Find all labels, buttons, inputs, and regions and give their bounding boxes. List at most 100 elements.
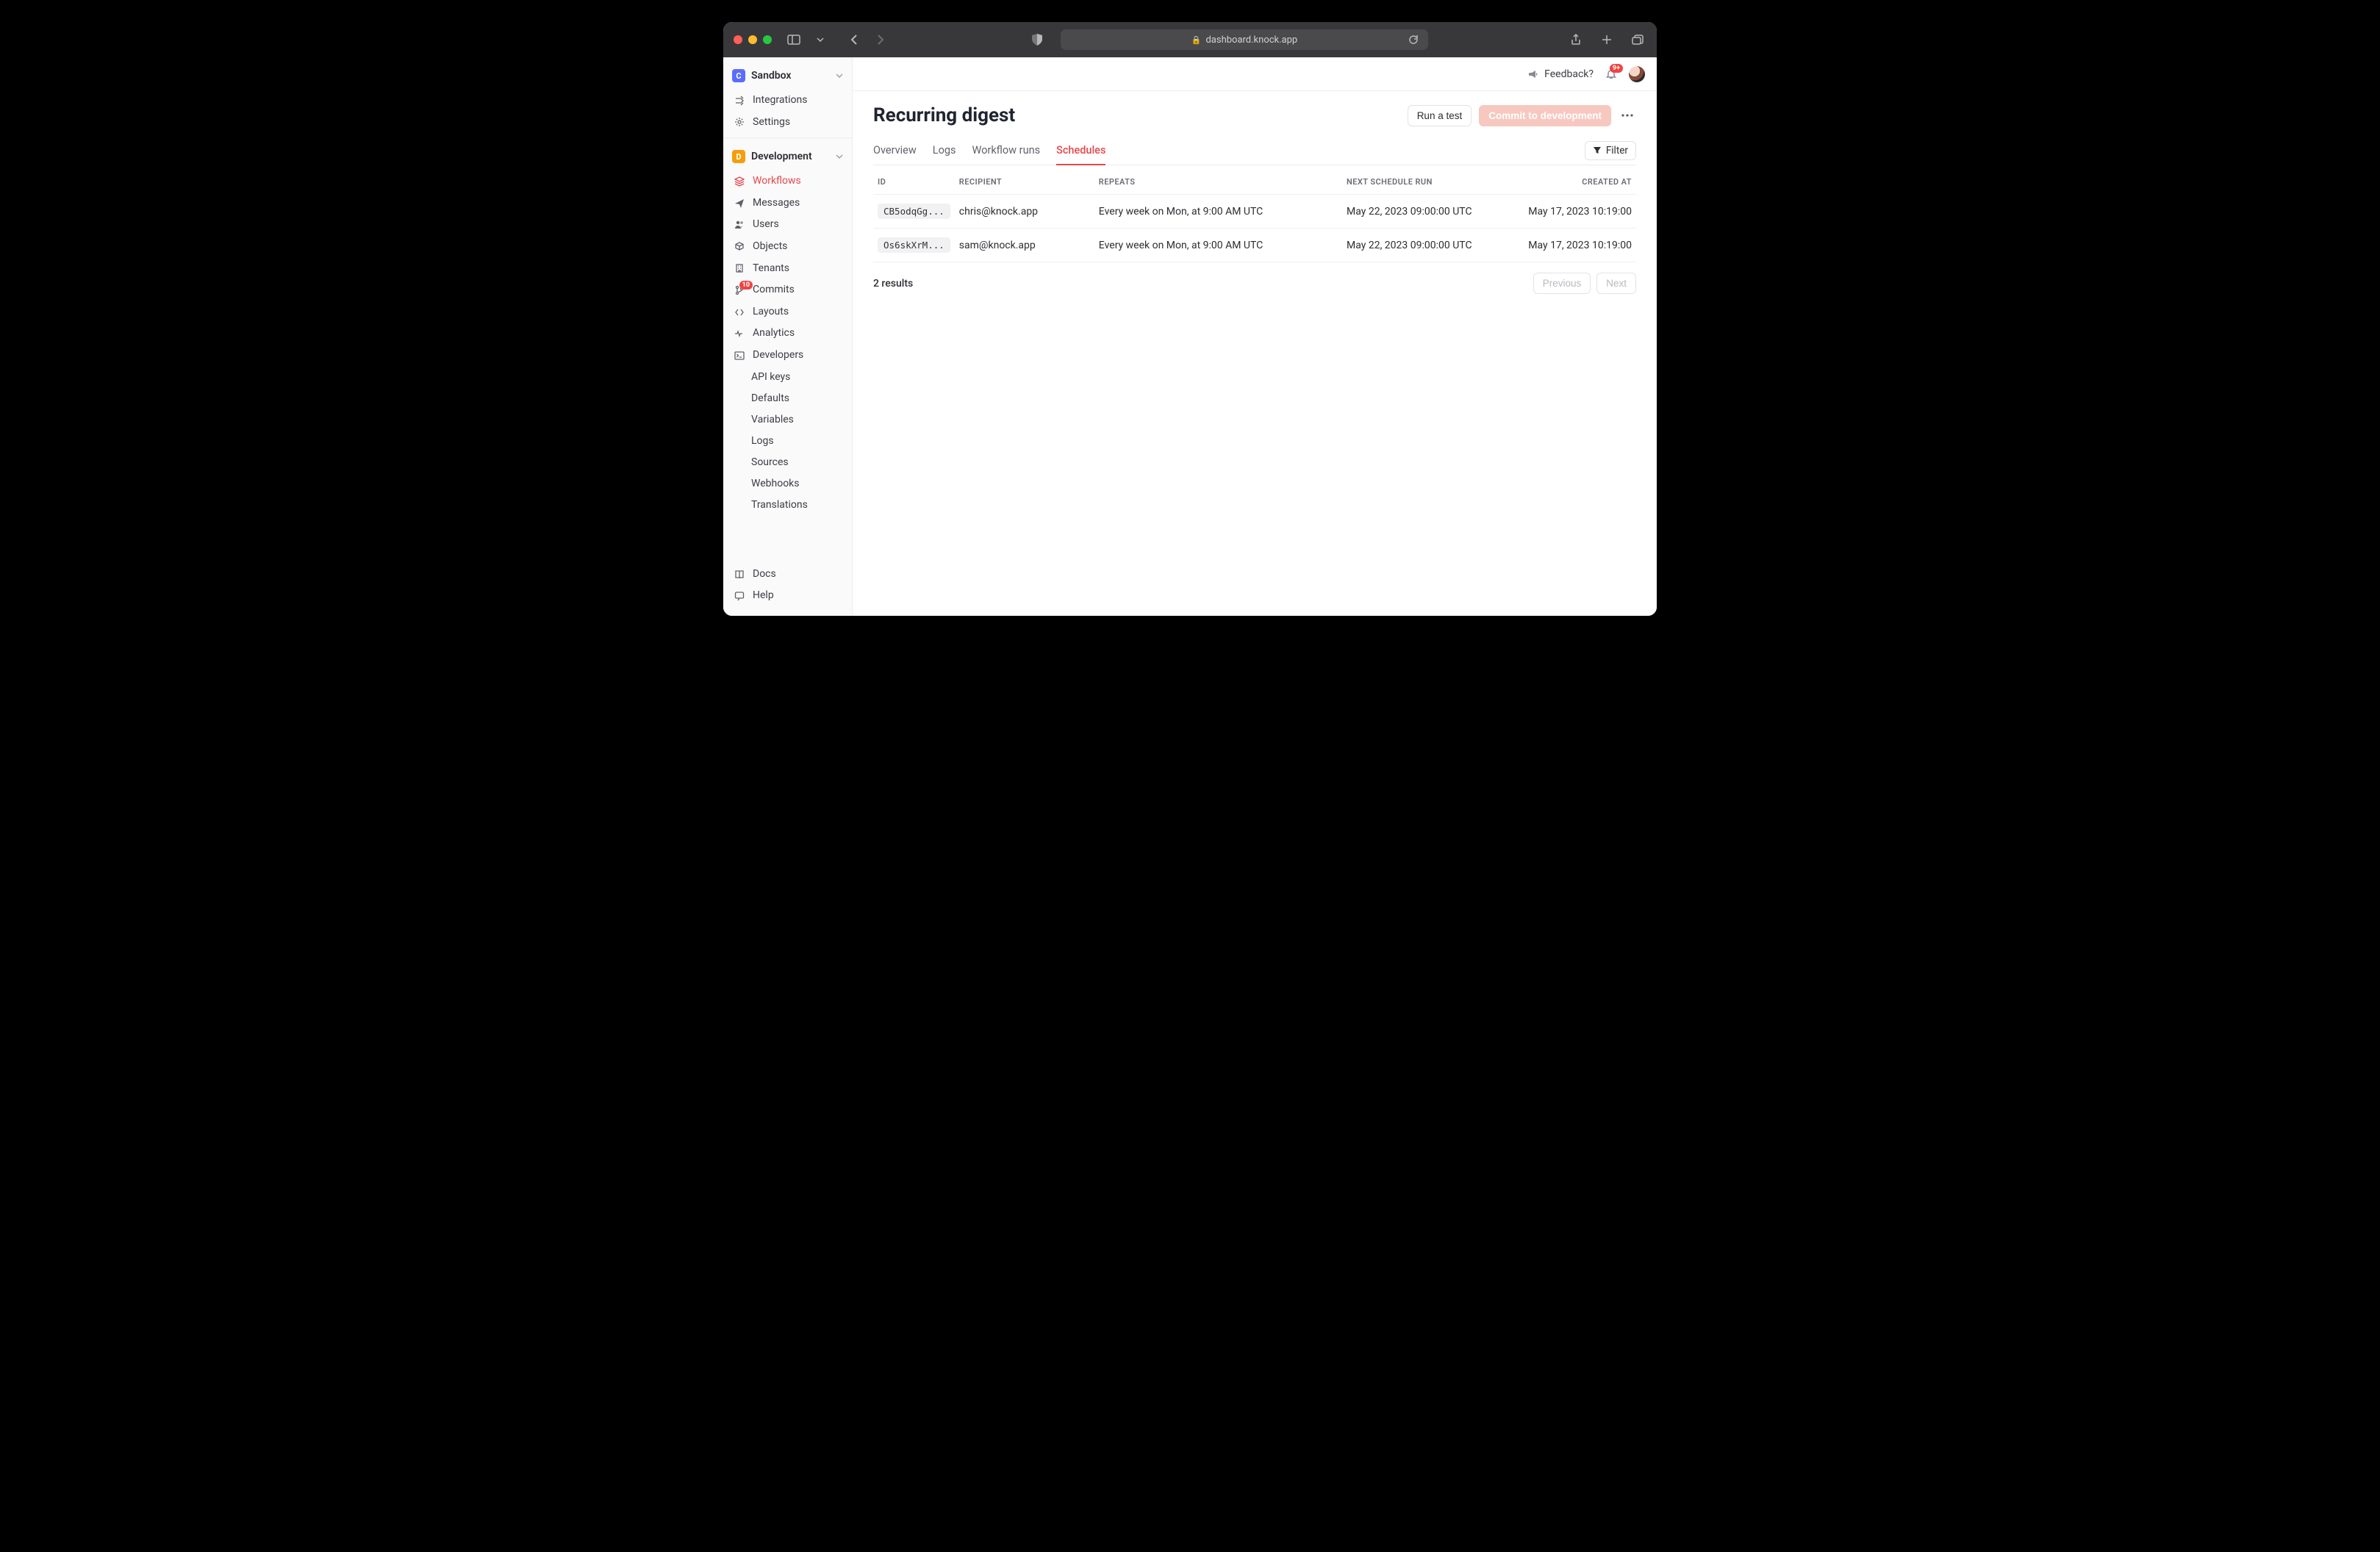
prev-page-button[interactable]: Previous [1533,273,1591,294]
label: Users [753,218,779,232]
sidebar-subitem-sources[interactable]: Sources [723,452,852,473]
notifications-button[interactable]: 9+ [1605,68,1617,80]
close-window-button[interactable] [734,35,742,44]
lock-icon: 🔒 [1191,35,1202,45]
traffic-lights [734,35,772,44]
tabs-icon[interactable] [1629,31,1646,48]
more-menu-icon[interactable] [1619,111,1636,120]
feedback-button[interactable]: Feedback? [1528,68,1594,80]
building-icon [734,263,745,273]
topbar: Feedback? 9+ [853,57,1657,91]
sidebar-subitem-defaults[interactable]: Defaults [723,388,852,409]
stack-icon [734,176,745,187]
col-created: CREATED AT [1497,168,1636,195]
commits-count-badge: 10 [739,281,753,290]
refresh-icon[interactable] [1405,31,1422,48]
table-row[interactable]: Os6skXrM... sam@knock.app Every week on … [873,229,1636,262]
sidebar-subitem-translations[interactable]: Translations [723,495,852,516]
sidebar-subitem-webhooks[interactable]: Webhooks [723,473,852,495]
browser-chrome: 🔒 dashboard.knock.app [723,22,1657,57]
next-run: May 22, 2023 09:00:00 UTC [1342,195,1497,229]
main: Feedback? 9+ Recurring digest Run a test… [853,57,1657,616]
chat-icon [734,591,745,601]
chevron-down-icon [836,73,843,78]
col-id: ID [873,168,955,195]
label: Developers [753,348,803,363]
sidebar-item-users[interactable]: Users [723,214,852,236]
shield-icon[interactable] [1028,31,1046,48]
tab-overview[interactable]: Overview [873,137,917,165]
sidebar-item-layouts[interactable]: Layouts [723,301,852,323]
tab-workflow-runs[interactable]: Workflow runs [972,137,1041,165]
avatar[interactable] [1629,66,1645,82]
browser-window: 🔒 dashboard.knock.app C Sandbo [723,22,1657,616]
send-icon [734,198,745,209]
workspace-name: Sandbox [751,70,792,82]
workspace-switcher[interactable]: C Sandbox [723,62,852,90]
sidebar-subitem-api-keys[interactable]: API keys [723,367,852,388]
commit-button[interactable]: Commit to development [1479,105,1611,126]
label: Workflows [753,174,801,189]
sidebar-item-help[interactable]: Help [723,585,852,607]
funnel-icon [1593,146,1602,155]
pulse-icon [734,328,745,339]
env-badge: D [732,150,745,163]
sidebar-item-settings[interactable]: Settings [723,112,852,134]
table-row[interactable]: CB5odqGg... chris@knock.app Every week o… [873,195,1636,229]
url-text: dashboard.knock.app [1205,35,1297,46]
col-recipient: RECIPIENT [955,168,1094,195]
tab-schedules[interactable]: Schedules [1056,137,1105,165]
created-at: May 17, 2023 10:19:00 [1497,195,1636,229]
filter-button[interactable]: Filter [1585,141,1636,160]
recipient: sam@knock.app [955,229,1094,262]
sidebar-item-analytics[interactable]: Analytics [723,323,852,345]
sidebar-item-docs[interactable]: Docs [723,564,852,586]
label: Objects [753,240,787,254]
sidebar-item-commits[interactable]: 10 Commits [723,279,852,301]
page-title: Recurring digest [873,104,1015,126]
app: C Sandbox Integrations Settin [723,57,1657,616]
sidebar-item-workflows[interactable]: Workflows [723,170,852,193]
filter-label: Filter [1606,145,1628,157]
col-repeats: REPEATS [1094,168,1342,195]
sidebar-item-tenants[interactable]: Tenants [723,258,852,280]
branch-icon: 10 [734,285,745,295]
sidebar-subitem-logs[interactable]: Logs [723,431,852,452]
notifications-count: 9+ [1610,64,1623,73]
back-button[interactable] [845,31,863,48]
environment-switcher[interactable]: D Development [723,143,852,170]
minimize-window-button[interactable] [748,35,757,44]
gear-icon [734,117,745,127]
maximize-window-button[interactable] [763,35,772,44]
forward-button[interactable] [872,31,889,48]
recipient: chris@knock.app [955,195,1094,229]
sidebar-item-objects[interactable]: Objects [723,236,852,258]
share-icon[interactable] [1567,31,1585,48]
label: Docs [753,567,776,582]
schedule-id: CB5odqGg... [878,204,950,219]
label: Messages [753,196,800,211]
repeats: Every week on Mon, at 9:00 AM UTC [1094,195,1342,229]
sidebar-toggle-icon[interactable] [785,31,803,48]
next-page-button[interactable]: Next [1596,273,1636,294]
tab-logs[interactable]: Logs [933,137,956,165]
integrations-icon [734,96,745,106]
address-bar[interactable]: 🔒 dashboard.knock.app [1061,29,1428,50]
repeats: Every week on Mon, at 9:00 AM UTC [1094,229,1342,262]
result-count: 2 results [873,278,913,290]
content: Recurring digest Run a test Commit to de… [853,91,1657,307]
sidebar-item-integrations[interactable]: Integrations [723,90,852,112]
tabs: Overview Logs Workflow runs Schedules Fi… [873,137,1636,165]
sidebar-item-messages[interactable]: Messages [723,193,852,215]
schedules-table: ID RECIPIENT REPEATS NEXT SCHEDULE RUN C… [873,168,1636,262]
sidebar-item-developers[interactable]: Developers [723,345,852,367]
label: Integrations [753,93,807,108]
chevron-down-icon[interactable] [811,31,829,48]
new-tab-icon[interactable] [1598,31,1616,48]
workspace-badge: C [732,69,745,82]
code-icon [734,307,745,317]
sidebar-subitem-variables[interactable]: Variables [723,409,852,431]
run-test-button[interactable]: Run a test [1408,105,1472,126]
label: Commits [753,283,795,298]
created-at: May 17, 2023 10:19:00 [1497,229,1636,262]
